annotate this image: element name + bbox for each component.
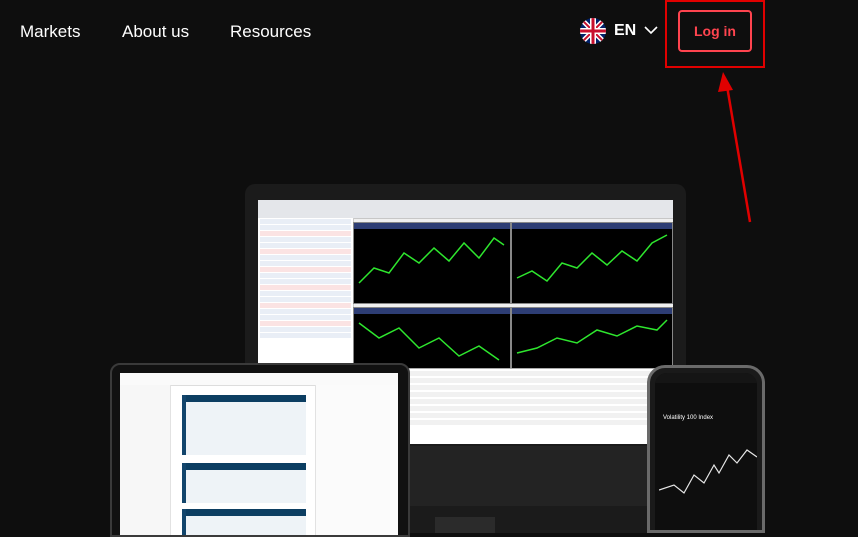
uk-flag-icon (580, 18, 606, 44)
language-code: EN (614, 22, 637, 39)
phone-image: Volatility 100 Index (647, 365, 765, 533)
nav-resources[interactable]: Resources (230, 22, 311, 42)
chart-pane (353, 307, 511, 369)
chevron-down-icon (644, 22, 658, 40)
laptop-bot-builder-screen (120, 373, 398, 535)
market-watch-panel (258, 218, 354, 368)
phone-trading-screen: Volatility 100 Index (655, 373, 757, 530)
laptop-image (110, 363, 410, 537)
phone-symbol-title: Volatility 100 Index (663, 415, 714, 421)
nav-markets[interactable]: Markets (20, 22, 80, 42)
nav-about-us[interactable]: About us (122, 22, 189, 42)
chart-pane (511, 307, 673, 369)
platform-toolbar (258, 200, 673, 219)
login-button[interactable]: Log in (678, 10, 752, 52)
chart-pane (511, 222, 673, 304)
chart-pane (353, 222, 511, 304)
language-selector[interactable]: EN (580, 18, 658, 44)
